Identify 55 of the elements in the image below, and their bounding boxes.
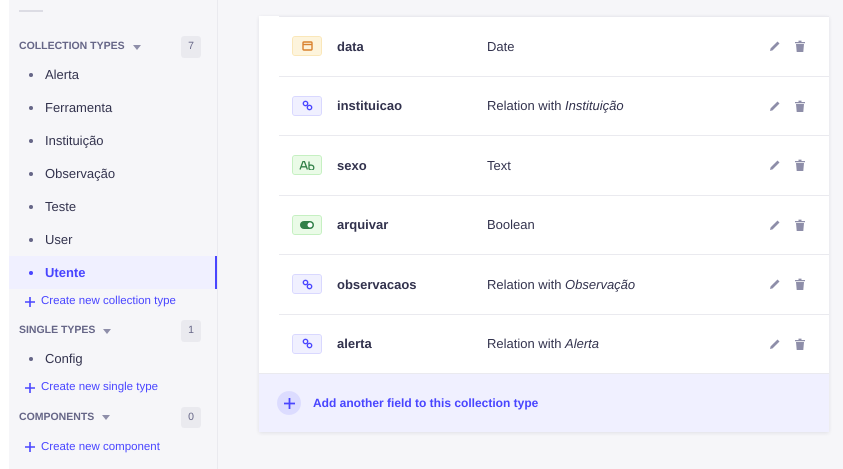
sidebar-item[interactable]: Config — [9, 342, 217, 376]
count-badge: 0 — [181, 406, 201, 428]
field-name: alerta — [337, 335, 373, 353]
sidebar-item[interactable]: Observação — [9, 157, 217, 190]
field-type-icon — [292, 36, 322, 56]
delete-icon[interactable] — [795, 338, 805, 350]
field-type: Relation with Instituição — [487, 97, 625, 115]
field-type-icon — [292, 96, 322, 116]
create-link[interactable]: Create new component — [9, 434, 160, 460]
edit-icon[interactable] — [769, 159, 781, 172]
field-type: Text — [487, 156, 512, 174]
sidebar-item[interactable]: Utente — [9, 256, 217, 289]
add-field-button[interactable]: Add another field to this collection type — [277, 391, 538, 415]
delete-icon[interactable] — [795, 218, 805, 231]
sidebar-item[interactable]: Alerta — [9, 58, 217, 91]
section-heading[interactable]: COLLECTION TYPES — [19, 39, 125, 55]
count-badge: 1 — [181, 320, 201, 342]
field-type-icon — [292, 334, 322, 354]
edit-icon[interactable] — [769, 40, 781, 52]
field-name: arquivar — [337, 216, 390, 234]
field-type: Relation with Observação — [487, 276, 636, 294]
plus-icon — [25, 442, 35, 452]
field-name: observacaos — [337, 276, 418, 294]
section-heading[interactable]: COMPONENTS — [19, 410, 94, 426]
field-name: instituicao — [337, 97, 404, 115]
field-name: data — [337, 38, 365, 56]
field-type-icon — [292, 155, 322, 176]
delete-icon[interactable] — [795, 100, 805, 112]
field-name: sexo — [337, 156, 368, 174]
caret-icon[interactable] — [102, 415, 110, 420]
create-link[interactable]: Create new collection type — [9, 289, 176, 314]
sidebar-item[interactable]: Instituição — [9, 124, 217, 157]
edit-icon[interactable] — [769, 278, 781, 290]
plus-icon — [25, 296, 35, 307]
edit-icon[interactable] — [769, 338, 781, 350]
sidebar-item[interactable]: Teste — [9, 190, 217, 223]
field-type-icon — [292, 214, 322, 235]
section-heading[interactable]: SINGLE TYPES — [19, 323, 96, 340]
edit-icon[interactable] — [769, 218, 781, 231]
caret-icon[interactable] — [132, 44, 141, 50]
sidebar-item[interactable]: Ferramenta — [9, 91, 217, 124]
caret-icon[interactable] — [103, 328, 112, 334]
delete-icon[interactable] — [795, 40, 805, 52]
plus-icon — [25, 382, 35, 393]
delete-icon[interactable] — [795, 159, 805, 172]
field-type: Boolean — [487, 216, 536, 234]
plus-icon — [284, 398, 294, 408]
field-type: Date — [487, 38, 516, 56]
field-type: Relation with Alerta — [487, 335, 600, 353]
field-type-icon — [292, 274, 322, 294]
delete-icon[interactable] — [795, 278, 805, 290]
sidebar-item[interactable]: User — [9, 223, 217, 256]
count-badge: 7 — [181, 36, 201, 58]
create-link[interactable]: Create new single type — [9, 375, 158, 400]
edit-icon[interactable] — [769, 100, 781, 112]
